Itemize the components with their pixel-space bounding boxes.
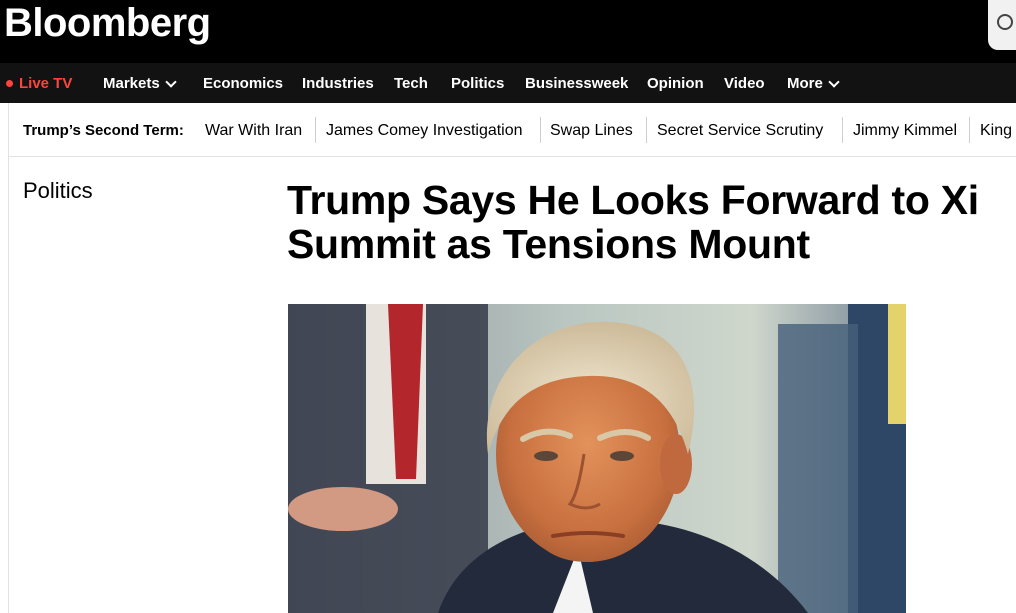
topic-link[interactable]: King xyxy=(980,122,1012,140)
nav-item-label: More xyxy=(787,75,823,92)
nav-item-more[interactable]: More xyxy=(787,75,840,92)
hero-photo-illustration xyxy=(288,304,906,613)
topic-link[interactable]: Secret Service Scrutiny xyxy=(657,122,823,140)
article-headline: Trump Says He Looks Forward to Xi Summit… xyxy=(287,177,979,267)
topic-bar: Trump’s Second Term: War With Iran James… xyxy=(8,103,1016,157)
search-button[interactable] xyxy=(988,0,1016,50)
nav-item-video[interactable]: Video xyxy=(724,75,765,92)
nav-item-politics[interactable]: Politics xyxy=(451,75,504,92)
divider xyxy=(842,117,843,143)
chevron-down-icon xyxy=(828,75,840,88)
chevron-down-icon xyxy=(165,75,177,88)
nav-item-markets[interactable]: Markets xyxy=(103,75,177,92)
nav-item-economics[interactable]: Economics xyxy=(203,75,283,92)
divider xyxy=(315,117,316,143)
hero-image xyxy=(288,304,906,613)
bloomberg-logo[interactable]: Bloomberg xyxy=(4,0,211,46)
topic-link[interactable]: James Comey Investigation xyxy=(326,122,523,140)
divider xyxy=(969,117,970,143)
nav-live-tv[interactable]: Live TV xyxy=(6,75,72,92)
masthead: Bloomberg xyxy=(0,0,1016,63)
divider xyxy=(540,117,541,143)
nav-item-opinion[interactable]: Opinion xyxy=(647,75,704,92)
nav-item-industries[interactable]: Industries xyxy=(302,75,374,92)
topic-link[interactable]: Swap Lines xyxy=(550,122,633,140)
nav-live-tv-label: Live TV xyxy=(19,75,73,92)
divider xyxy=(646,117,647,143)
topic-heading: Trump’s Second Term: xyxy=(23,122,184,139)
search-icon xyxy=(997,14,1013,30)
topic-link[interactable]: War With Iran xyxy=(205,122,302,140)
nav-item-businessweek[interactable]: Businessweek xyxy=(525,75,628,92)
section-label[interactable]: Politics xyxy=(23,178,93,204)
topic-link[interactable]: Jimmy Kimmel xyxy=(853,122,957,140)
divider xyxy=(8,157,9,613)
nav-item-tech[interactable]: Tech xyxy=(394,75,428,92)
live-dot-icon xyxy=(6,80,13,87)
nav-item-label: Markets xyxy=(103,75,160,92)
main-nav: Live TV Markets Economics Industries Tec… xyxy=(0,63,1016,103)
